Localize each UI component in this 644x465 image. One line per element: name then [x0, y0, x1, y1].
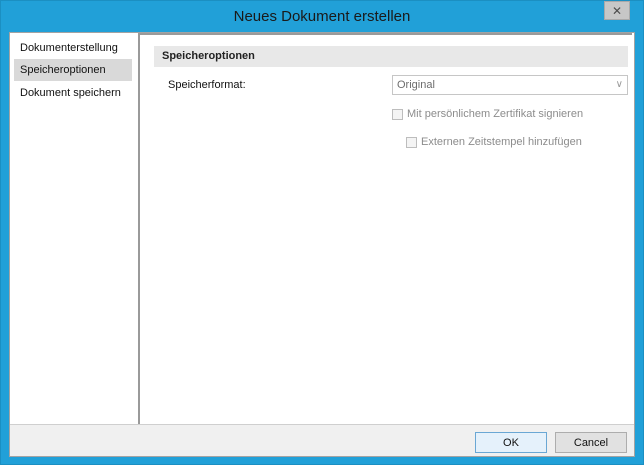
ok-button[interactable]: OK [475, 432, 547, 453]
button-bar: OK Cancel [10, 424, 634, 456]
main-panel: Speicheroptionen Speicherformat: Origina… [138, 33, 634, 424]
format-select[interactable]: Original ∨ [392, 75, 628, 95]
window-title: Neues Dokument erstellen [233, 8, 411, 25]
dialog-body: Dokumenterstellung Speicheroptionen Doku… [9, 32, 635, 457]
format-select-value: Original [397, 79, 435, 91]
options-content: Speicheroptionen Speicherformat: Origina… [138, 33, 632, 424]
title-bar[interactable]: Neues Dokument erstellen ✕ [1, 1, 643, 32]
dialog-window: Neues Dokument erstellen ✕ Dokumenterste… [0, 0, 644, 465]
chevron-down-icon: ∨ [615, 79, 623, 90]
sidebar-item-dokument-speichern[interactable]: Dokument speichern [14, 82, 132, 104]
sidebar-item-speicheroptionen[interactable]: Speicheroptionen [14, 59, 132, 81]
timestamp-checkbox[interactable] [406, 136, 417, 148]
section-header: Speicheroptionen [154, 46, 628, 67]
sign-certificate-checkbox[interactable] [392, 108, 403, 120]
timestamp-row[interactable]: Externen Zeitstempel hinzufügen [406, 136, 582, 148]
format-label: Speicherformat: [168, 79, 246, 91]
timestamp-label: Externen Zeitstempel hinzufügen [421, 136, 582, 148]
sign-certificate-row[interactable]: Mit persönlichem Zertifikat signieren [392, 108, 583, 120]
close-button[interactable]: ✕ [604, 1, 630, 20]
cancel-button[interactable]: Cancel [555, 432, 627, 453]
sidebar-nav: Dokumenterstellung Speicheroptionen Doku… [10, 33, 139, 424]
sign-certificate-label: Mit persönlichem Zertifikat signieren [407, 108, 584, 120]
sidebar-item-dokumenterstellung[interactable]: Dokumenterstellung [14, 37, 132, 59]
close-icon: ✕ [611, 3, 623, 18]
